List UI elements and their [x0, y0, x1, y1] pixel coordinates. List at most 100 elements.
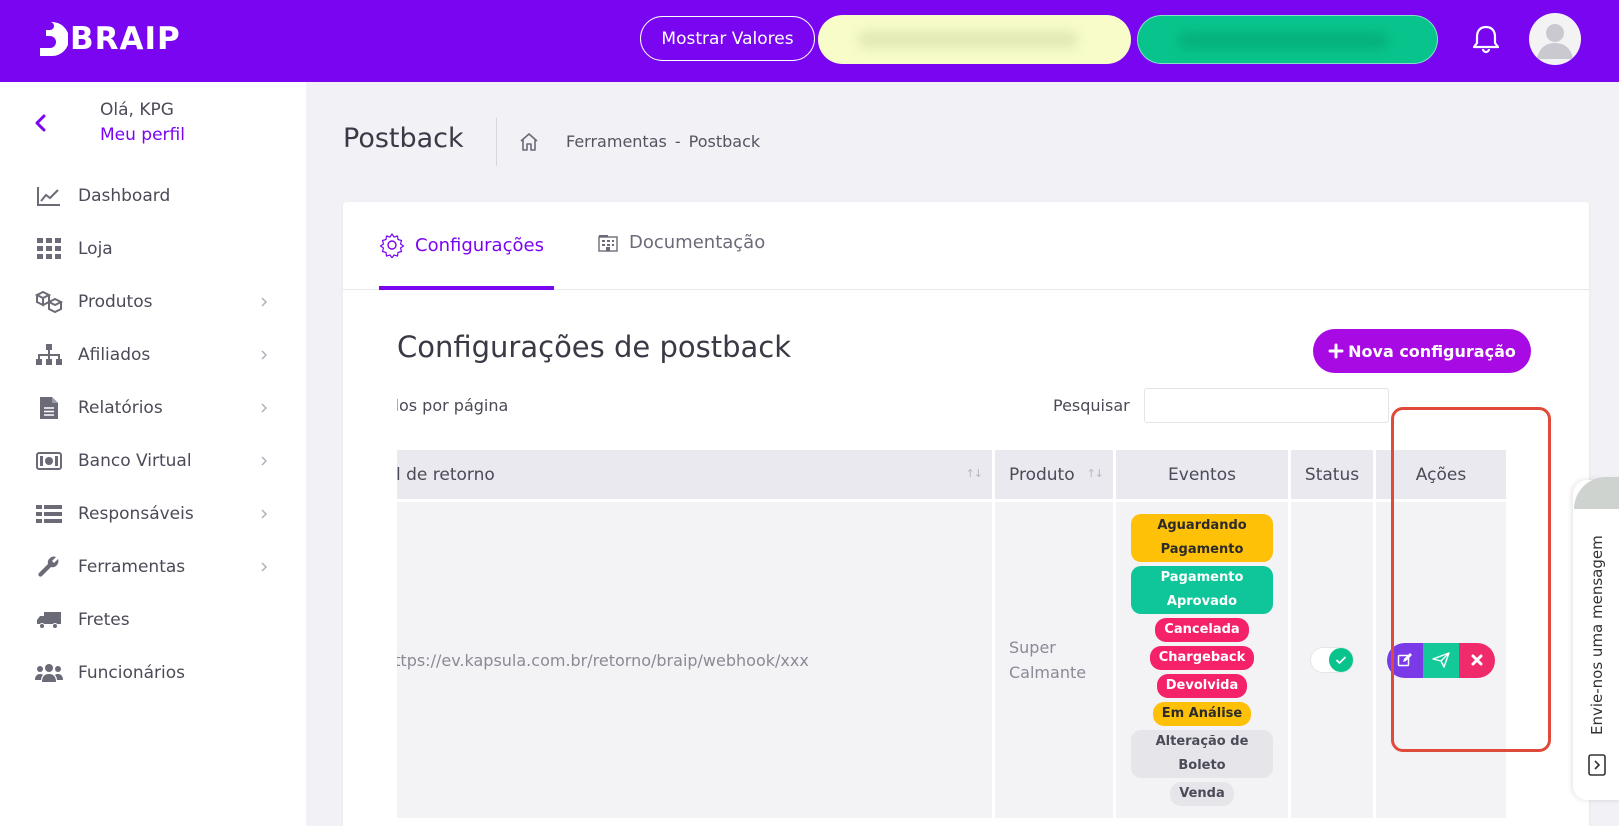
- chart-line-icon: [35, 184, 63, 208]
- eventos-cell: Aguardando Pagamento Pagamento Aprovado Canc…: [1116, 502, 1288, 818]
- search-input[interactable]: [1144, 388, 1389, 423]
- sidebar-item-funcionarios[interactable]: Funcionários: [0, 646, 306, 699]
- event-badge: Devolvida: [1156, 674, 1248, 698]
- grid-icon: [35, 237, 63, 261]
- list-icon: [35, 502, 63, 526]
- building-icon: [598, 234, 618, 252]
- url-cell: nttps://ev.kapsula.com.br/retorno/braip/…: [397, 502, 992, 818]
- sidebar-item-label: Relatórios: [78, 397, 163, 418]
- chat-expand-icon[interactable]: [1588, 754, 1606, 776]
- acoes-highlight-box: [1391, 407, 1551, 752]
- event-badge-line: Devolvida: [1165, 678, 1239, 693]
- sitemap-icon: [35, 343, 63, 367]
- sidebar-item-fretes[interactable]: Fretes: [0, 593, 306, 646]
- search-label: Pesquisar: [1053, 396, 1130, 415]
- sidebar-item-ferramentas[interactable]: Ferramentas: [0, 540, 306, 593]
- brand-name: BRAIP: [70, 21, 181, 57]
- event-badge-line: Aguardando: [1157, 518, 1247, 533]
- sidebar-item-loja[interactable]: Loja: [0, 222, 306, 275]
- profile-link[interactable]: Meu perfil: [100, 125, 185, 145]
- sidebar-item-afiliados[interactable]: Afiliados: [0, 328, 306, 381]
- tab-bar: Configurações Documentação: [343, 202, 1589, 290]
- event-badge-line: Alteração de: [1155, 734, 1249, 749]
- event-badge: Venda: [1170, 782, 1234, 806]
- event-badge: Cancelada: [1155, 618, 1249, 642]
- button-label: Nova configuração: [1348, 341, 1516, 361]
- produto-cell: Super Calmante: [995, 502, 1113, 818]
- column-header-produto[interactable]: Produto ↑↓: [995, 450, 1113, 499]
- table-row: nttps://ev.kapsula.com.br/retorno/braip/…: [397, 502, 1506, 818]
- breadcrumb-item-postback: Postback: [688, 132, 761, 151]
- chevron-right-icon: [261, 296, 268, 307]
- sidebar-item-relatorios[interactable]: Relatórios: [0, 381, 306, 434]
- breadcrumb-item-ferramentas[interactable]: Ferramentas: [566, 132, 667, 151]
- chevron-right-icon: [261, 455, 268, 466]
- sidebar: Olá, KPG Meu perfil Dashboard Loja Produ…: [0, 82, 306, 826]
- breadcrumb-divider: [496, 118, 497, 166]
- avatar[interactable]: [1529, 13, 1581, 65]
- plus-icon: [1328, 343, 1344, 359]
- sidebar-item-produtos[interactable]: Produtos: [0, 275, 306, 328]
- event-badge-line: Pagamento: [1160, 542, 1244, 557]
- event-badge-line: Aprovado: [1166, 594, 1238, 609]
- sort-icon: ↑↓: [1086, 467, 1104, 480]
- sidebar-item-responsaveis[interactable]: Responsáveis: [0, 487, 306, 540]
- sidebar-item-banco-virtual[interactable]: Banco Virtual: [0, 434, 306, 487]
- column-header-status: Status: [1291, 450, 1373, 499]
- chevron-right-icon: [261, 349, 268, 360]
- sidebar-item-label: Ferramentas: [78, 556, 186, 577]
- event-badge-line: Venda: [1179, 786, 1225, 801]
- braip-logo-icon: [40, 22, 68, 56]
- truck-icon: [35, 608, 63, 632]
- sidebar-menu: Dashboard Loja Produtos Afiliados Relató…: [0, 169, 306, 699]
- tab-label: Documentação: [629, 232, 766, 253]
- event-badge: Pagamento Aprovado: [1131, 566, 1273, 614]
- chevron-left-icon[interactable]: [33, 112, 49, 134]
- event-badge-line: Pagamento: [1160, 570, 1244, 585]
- events-list: Aguardando Pagamento Pagamento Aprovado Canc…: [1116, 502, 1288, 818]
- chat-widget-label[interactable]: Envie-nos uma mensagem: [1586, 520, 1608, 750]
- sort-icon: ↑↓: [965, 467, 983, 480]
- bell-icon[interactable]: [1472, 24, 1500, 54]
- sidebar-item-dashboard[interactable]: Dashboard: [0, 169, 306, 222]
- event-badge-line: Boleto: [1178, 758, 1226, 773]
- section-title: Configurações de postback: [397, 330, 791, 364]
- gear-icon: [379, 233, 405, 258]
- sidebar-item-label: Afiliados: [78, 344, 151, 365]
- column-header-eventos: Eventos: [1116, 450, 1288, 499]
- breadcrumb: Ferramentas - Postback: [566, 132, 760, 151]
- nova-configuracao-button[interactable]: Nova configuração: [1313, 329, 1531, 373]
- sidebar-item-label: Funcionários: [78, 662, 186, 683]
- event-badge: Aguardando Pagamento: [1131, 514, 1273, 562]
- event-badge-line: Cancelada: [1164, 622, 1240, 637]
- breadcrumb-separator: -: [674, 132, 681, 151]
- users-icon: [35, 661, 63, 685]
- brand-logo[interactable]: BRAIP: [34, 16, 181, 62]
- sidebar-item-label: Fretes: [78, 609, 130, 630]
- balance-pill-blurred[interactable]: [818, 15, 1131, 64]
- home-icon[interactable]: [518, 131, 540, 153]
- user-greeting: Olá, KPG: [100, 100, 174, 120]
- boxes-icon: [35, 290, 63, 314]
- tab-configuracoes[interactable]: Configurações: [379, 232, 544, 258]
- event-badge-line: Chargeback: [1158, 650, 1246, 665]
- sidebar-item-label: Responsáveis: [78, 503, 194, 524]
- per-page-label: ados por página: [397, 396, 509, 415]
- tab-documentacao[interactable]: Documentação: [597, 232, 765, 253]
- tab-label: Configurações: [415, 234, 544, 256]
- status-toggle[interactable]: [1310, 647, 1354, 673]
- money-icon: [35, 449, 63, 473]
- column-header-url[interactable]: Jrl de retorno ↑↓: [397, 450, 992, 499]
- event-badge: Chargeback: [1149, 646, 1255, 670]
- sidebar-item-label: Produtos: [78, 291, 153, 312]
- check-icon: [1329, 648, 1353, 672]
- chevron-right-icon: [261, 561, 268, 572]
- mostrar-valores-button[interactable]: Mostrar Valores: [640, 16, 815, 61]
- page-title: Postback: [343, 123, 464, 154]
- goal-pill-blurred[interactable]: [1137, 15, 1438, 64]
- postback-table: Jrl de retorno ↑↓ Produto ↑↓ Eventos Sta…: [397, 447, 1509, 821]
- event-badge: Em Análise: [1152, 702, 1252, 726]
- user-avatar-icon: [1537, 24, 1573, 59]
- chevron-right-icon: [261, 508, 268, 519]
- event-badge: Alteração de Boleto: [1131, 730, 1273, 778]
